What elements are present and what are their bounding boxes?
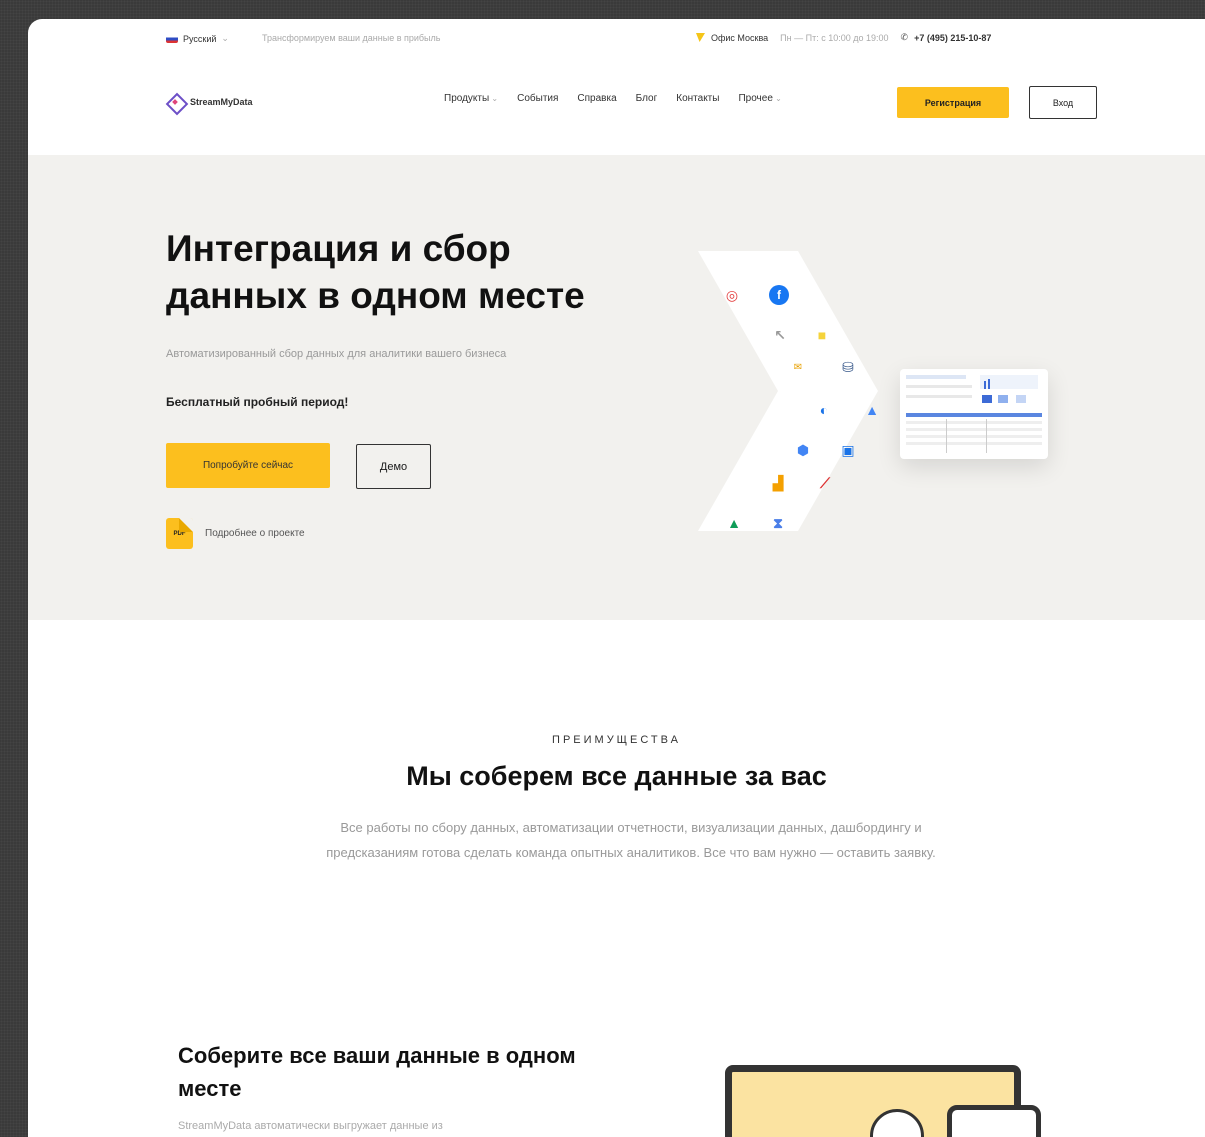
language-label: Русский <box>183 33 217 44</box>
google-ads-icon: ▲ <box>865 402 879 418</box>
pdf-link-label: Подробнее о проекте <box>205 528 305 539</box>
target-icon: ◎ <box>725 286 739 303</box>
hero-section: Интеграция и сбор данных в одном месте А… <box>28 155 1205 620</box>
analytics-bars-icon: ▟ <box>772 474 784 491</box>
yellow-chat-icon: ■ <box>817 327 827 343</box>
office-label[interactable]: Офис Москва <box>711 33 768 43</box>
nav-events[interactable]: События <box>517 93 558 104</box>
collect-title: Соберите все ваши данные в одном месте <box>178 1043 576 1101</box>
code-icon: ⟋ <box>820 474 830 491</box>
nav-help[interactable]: Справка <box>577 93 616 104</box>
office-hours: Пн — Пт: с 10:00 до 19:00 <box>780 32 889 43</box>
hero-title: Интеграция и сбор данных в одном месте <box>166 228 585 316</box>
advantages-text: Все работы по сбору данных, автоматизаци… <box>326 820 936 860</box>
language-selector[interactable]: Русский ⌄ <box>166 33 229 44</box>
facebook-icon: f <box>769 285 789 305</box>
main-header: StreamMyData Продукты События Справка Бл… <box>28 57 1205 155</box>
logo-icon <box>166 93 184 111</box>
funnel-icon: ⧗ <box>773 514 783 531</box>
integrations-illustration: ◎ f ↖ ■ ✉ ⛁ ◐ ▲ ⬢ ▣ ▟ ⟋ ▲ ⧗ <box>678 251 1078 541</box>
location-pin-icon <box>696 33 705 42</box>
database-icon: ⛁ <box>842 358 854 375</box>
logo[interactable]: StreamMyData <box>166 93 253 111</box>
flag-icon <box>166 34 178 43</box>
main-nav: Продукты События Справка Блог Контакты П… <box>444 93 782 104</box>
demo-button[interactable]: Демо <box>356 444 431 489</box>
laptop-illustration <box>725 1065 1041 1137</box>
dashboard-chart <box>906 375 1042 453</box>
top-info-bar: Русский ⌄ Трансформируем ваши данные в п… <box>28 19 1205 57</box>
hero-subtitle: Автоматизированный сбор данных для анали… <box>166 348 507 360</box>
hero-trial-text: Бесплатный пробный период! <box>166 395 349 409</box>
tagline: Трансформируем ваши данные в прибыль <box>262 33 441 43</box>
office-info: Офис Москва Пн — Пт: с 10:00 до 19:00 ✆ … <box>696 32 991 43</box>
phone-number[interactable]: +7 (495) 215-10-87 <box>914 33 991 43</box>
phone-device <box>947 1105 1041 1137</box>
pdf-link[interactable]: PDF Подробнее о проекте <box>166 518 305 549</box>
cursor-icon: ↖ <box>774 326 786 343</box>
nav-blog[interactable]: Блог <box>636 93 658 104</box>
nav-other[interactable]: Прочее <box>738 93 781 104</box>
phone-icon: ✆ <box>900 32 909 42</box>
nav-contacts[interactable]: Контакты <box>676 93 719 104</box>
collect-text: StreamMyData автоматически выгружает дан… <box>178 1120 443 1132</box>
nav-products[interactable]: Продукты <box>444 93 498 104</box>
google-drive-icon: ▲ <box>727 515 741 531</box>
pie-chart-icon: ◐ <box>819 402 829 418</box>
mail-icon: ✉ <box>793 361 803 373</box>
logo-text: StreamMyData <box>190 97 253 107</box>
chevron-down-icon: ⌄ <box>221 33 229 43</box>
advantages-eyebrow: ПРЕИМУЩЕСТВА <box>552 734 681 746</box>
pdf-file-icon: PDF <box>166 518 193 549</box>
browser-page: Русский ⌄ Трансформируем ваши данные в п… <box>28 19 1205 1137</box>
register-button[interactable]: Регистрация <box>897 87 1009 118</box>
hexagon-icon: ⬢ <box>796 441 810 458</box>
login-button[interactable]: Вход <box>1029 86 1097 119</box>
dashboard-preview <box>900 369 1048 459</box>
advantages-title: Мы соберем все данные за вас <box>406 761 827 791</box>
try-now-button[interactable]: Попробуйте сейчас <box>166 443 330 488</box>
square-blue-icon: ▣ <box>841 441 855 458</box>
